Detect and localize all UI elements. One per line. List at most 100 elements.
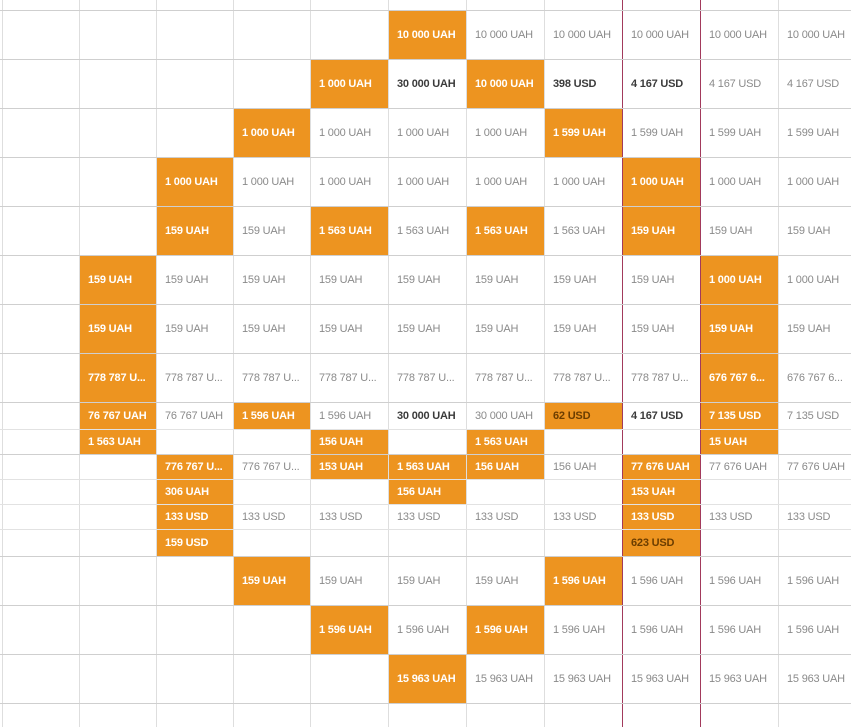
highlighted-cell[interactable]: 1 563 UAH — [80, 430, 156, 454]
highlighted-cell[interactable]: 62 USD — [545, 403, 622, 429]
grid-cell[interactable]: 133 USD — [779, 505, 851, 529]
grid-cell[interactable]: 30 000 UAH — [389, 403, 466, 429]
highlighted-cell[interactable]: 77 676 UAH — [623, 455, 700, 479]
grid-cell[interactable]: 778 787 U... — [389, 354, 466, 402]
highlighted-cell[interactable]: 1 596 UAH — [311, 606, 388, 654]
grid-cell[interactable]: 10 000 UAH — [623, 11, 700, 59]
grid-cell[interactable]: 159 UAH — [545, 305, 622, 353]
grid-cell[interactable]: 1 000 UAH — [467, 158, 544, 206]
highlighted-cell[interactable]: 159 UAH — [80, 256, 156, 304]
grid-cell[interactable]: 778 787 U... — [157, 354, 233, 402]
grid-cell[interactable]: 1 000 UAH — [311, 158, 388, 206]
highlighted-cell[interactable]: 156 UAH — [467, 455, 544, 479]
grid-cell[interactable]: 778 787 U... — [623, 354, 700, 402]
grid-cell[interactable]: 156 UAH — [545, 455, 622, 479]
grid-cell[interactable]: 7 135 USD — [779, 403, 851, 429]
grid-cell[interactable]: 15 963 UAH — [779, 655, 851, 703]
highlighted-cell[interactable]: 133 USD — [157, 505, 233, 529]
grid-cell[interactable]: 1 596 UAH — [779, 606, 851, 654]
highlighted-cell[interactable]: 76 767 UAH — [80, 403, 156, 429]
highlighted-cell[interactable]: 159 UAH — [157, 207, 233, 255]
grid-cell[interactable]: 159 UAH — [389, 256, 466, 304]
highlighted-cell[interactable]: 10 000 UAH — [467, 60, 544, 108]
grid-cell[interactable]: 159 UAH — [779, 207, 851, 255]
grid-cell[interactable]: 133 USD — [234, 505, 310, 529]
highlighted-cell[interactable]: 1 563 UAH — [467, 207, 544, 255]
grid-cell[interactable]: 77 676 UAH — [701, 455, 778, 479]
highlighted-cell[interactable]: 1 596 UAH — [234, 403, 310, 429]
grid-cell[interactable]: 30 000 UAH — [467, 403, 544, 429]
grid-cell[interactable]: 10 000 UAH — [701, 11, 778, 59]
grid-cell[interactable]: 159 UAH — [467, 557, 544, 605]
grid-cell[interactable]: 15 963 UAH — [623, 655, 700, 703]
highlighted-cell[interactable]: 1 596 UAH — [545, 557, 622, 605]
highlighted-cell[interactable]: 159 UAH — [80, 305, 156, 353]
highlighted-cell[interactable]: 1 596 UAH — [467, 606, 544, 654]
grid-cell[interactable]: 159 UAH — [311, 256, 388, 304]
highlighted-cell[interactable]: 1 000 UAH — [623, 158, 700, 206]
grid-cell[interactable]: 1 599 UAH — [779, 109, 851, 157]
grid-cell[interactable]: 4 167 USD — [701, 60, 778, 108]
grid-cell[interactable]: 1 596 UAH — [779, 557, 851, 605]
grid-cell[interactable]: 776 767 U... — [234, 455, 310, 479]
grid-cell[interactable]: 30 000 UAH — [389, 60, 466, 108]
grid-cell[interactable]: 15 963 UAH — [701, 655, 778, 703]
grid-cell[interactable]: 159 UAH — [389, 305, 466, 353]
highlighted-cell[interactable]: 676 767 6... — [701, 354, 778, 402]
grid-cell[interactable]: 159 UAH — [467, 305, 544, 353]
grid-cell[interactable]: 4 167 USD — [623, 403, 700, 429]
grid-cell[interactable]: 159 UAH — [545, 256, 622, 304]
grid-cell[interactable]: 133 USD — [467, 505, 544, 529]
highlighted-cell[interactable]: 15 963 UAH — [389, 655, 466, 703]
grid-cell[interactable]: 159 UAH — [311, 557, 388, 605]
grid-cell[interactable]: 159 UAH — [701, 207, 778, 255]
grid-cell[interactable]: 159 UAH — [234, 256, 310, 304]
grid-cell[interactable]: 1 596 UAH — [623, 557, 700, 605]
highlighted-cell[interactable]: 153 UAH — [623, 480, 700, 504]
grid-cell[interactable]: 1 000 UAH — [779, 256, 851, 304]
grid-cell[interactable]: 1 000 UAH — [545, 158, 622, 206]
highlighted-cell[interactable]: 623 USD — [623, 530, 700, 556]
highlighted-cell[interactable]: 1 000 UAH — [701, 256, 778, 304]
grid-cell[interactable]: 10 000 UAH — [467, 11, 544, 59]
grid-cell[interactable]: 1 596 UAH — [311, 403, 388, 429]
grid-cell[interactable]: 1 596 UAH — [701, 606, 778, 654]
grid-cell[interactable]: 159 UAH — [311, 305, 388, 353]
highlighted-cell[interactable]: 159 UAH — [234, 557, 310, 605]
grid-cell[interactable]: 1 596 UAH — [389, 606, 466, 654]
grid-cell[interactable]: 159 UAH — [234, 207, 310, 255]
highlighted-cell[interactable]: 15 UAH — [701, 430, 778, 454]
grid-cell[interactable]: 159 UAH — [467, 256, 544, 304]
highlighted-cell[interactable]: 1 000 UAH — [157, 158, 233, 206]
highlighted-cell[interactable]: 156 UAH — [389, 480, 466, 504]
grid-cell[interactable]: 77 676 UAH — [779, 455, 851, 479]
grid-cell[interactable]: 133 USD — [701, 505, 778, 529]
grid-cell[interactable]: 676 767 6... — [779, 354, 851, 402]
highlighted-cell[interactable]: 1 599 UAH — [545, 109, 622, 157]
grid-cell[interactable]: 133 USD — [389, 505, 466, 529]
grid-cell[interactable]: 1 563 UAH — [389, 207, 466, 255]
grid-cell[interactable]: 1 596 UAH — [545, 606, 622, 654]
grid-cell[interactable]: 159 UAH — [623, 305, 700, 353]
grid-cell[interactable]: 15 963 UAH — [467, 655, 544, 703]
grid-cell[interactable]: 15 963 UAH — [545, 655, 622, 703]
grid-cell[interactable]: 10 000 UAH — [545, 11, 622, 59]
grid-cell[interactable]: 1 000 UAH — [389, 158, 466, 206]
grid-cell[interactable]: 159 UAH — [779, 305, 851, 353]
grid-cell[interactable]: 4 167 USD — [623, 60, 700, 108]
grid-cell[interactable]: 76 767 UAH — [157, 403, 233, 429]
grid-cell[interactable]: 133 USD — [311, 505, 388, 529]
highlighted-cell[interactable]: 159 UAH — [701, 305, 778, 353]
highlighted-cell[interactable]: 778 787 U... — [80, 354, 156, 402]
highlighted-cell[interactable]: 776 767 U... — [157, 455, 233, 479]
grid-cell[interactable]: 133 USD — [545, 505, 622, 529]
grid-cell[interactable]: 778 787 U... — [545, 354, 622, 402]
grid-cell[interactable]: 778 787 U... — [234, 354, 310, 402]
grid-cell[interactable]: 1 596 UAH — [623, 606, 700, 654]
highlighted-cell[interactable]: 153 UAH — [311, 455, 388, 479]
grid-cell[interactable]: 1 563 UAH — [545, 207, 622, 255]
highlighted-cell[interactable]: 159 UAH — [623, 207, 700, 255]
highlighted-cell[interactable]: 1 000 UAH — [311, 60, 388, 108]
grid-cell[interactable]: 1 000 UAH — [234, 158, 310, 206]
grid-cell[interactable]: 159 UAH — [234, 305, 310, 353]
